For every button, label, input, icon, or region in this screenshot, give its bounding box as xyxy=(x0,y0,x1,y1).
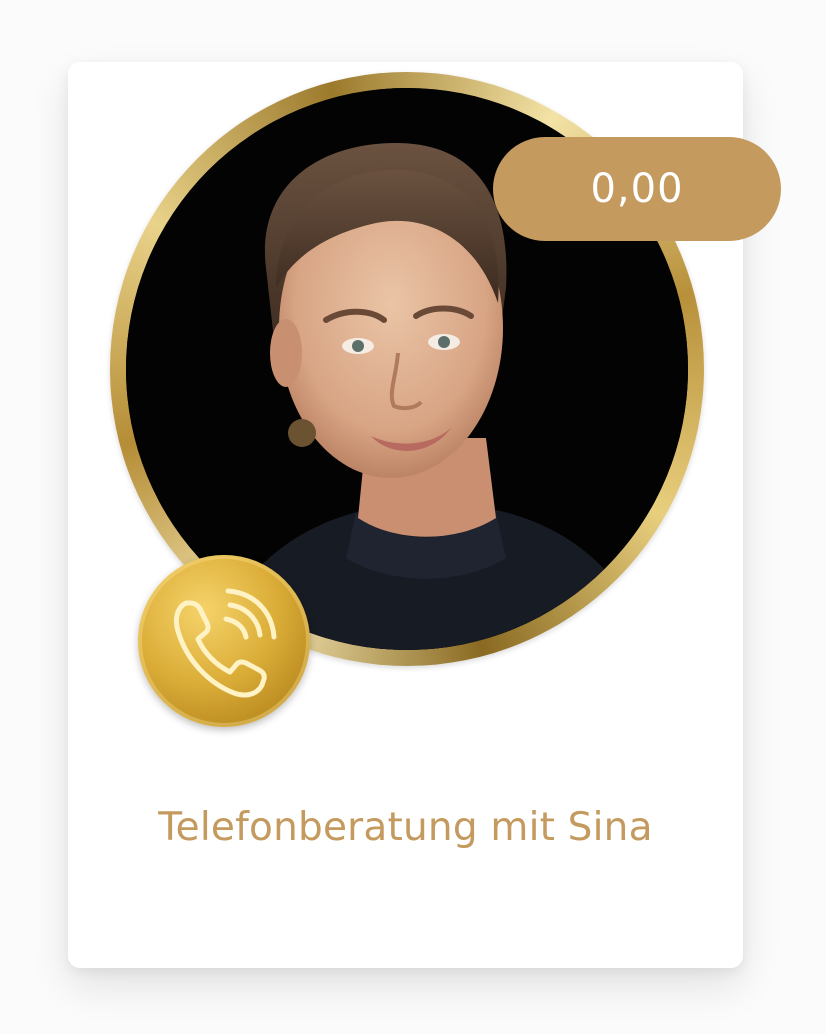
price-badge[interactable]: 0,00 xyxy=(493,137,781,241)
phone-call-icon[interactable] xyxy=(138,555,310,727)
product-title[interactable]: Telefonberatung mit Sina xyxy=(68,805,743,850)
price-value: 0,00 xyxy=(590,166,684,212)
page: 0,00 Telefonberatung mit Sina xyxy=(0,0,826,1034)
phone-glyph xyxy=(173,588,277,698)
